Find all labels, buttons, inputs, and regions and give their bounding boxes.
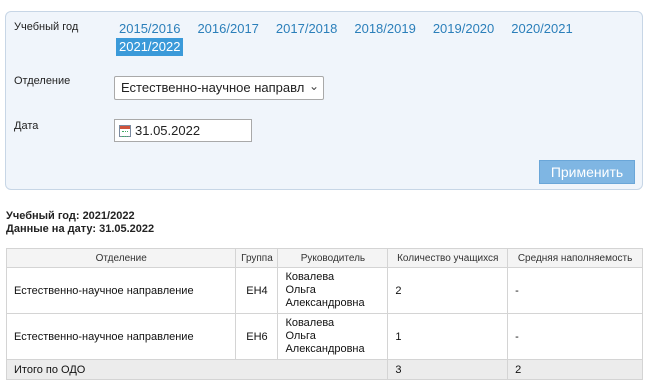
report-table: Отделение Группа Руководитель Количество… (5, 248, 643, 380)
calendar-icon[interactable] (119, 125, 131, 137)
cell-department: Естественно-научное направление (5, 267, 237, 314)
cell-leader: Ковалева Ольга Александровна (277, 267, 389, 314)
table-total-row: Итого по ОДО 3 2 (5, 359, 643, 380)
academic-year-label: Учебный год (14, 21, 79, 33)
report-summary: Учебный год: 2021/2022 Данные на дату: 3… (6, 210, 154, 236)
table-row: Естественно-научное направление ЕН6 Кова… (5, 313, 643, 360)
total-students: 3 (387, 359, 509, 380)
year-link-2017-2018[interactable]: 2017/2018 (273, 20, 340, 38)
leader-first-name: Ольга (285, 284, 316, 296)
total-avg-fill: 2 (507, 359, 643, 380)
leader-surname: Ковалева (285, 271, 335, 283)
year-link-2019-2020[interactable]: 2019/2020 (430, 20, 497, 38)
filter-panel: Учебный год 2015/2016 2016/2017 2017/2018 2… (5, 11, 643, 190)
leader-patronymic: Александровна (285, 343, 365, 355)
cell-group: ЕН6 (235, 313, 279, 360)
year-link-2021-2022[interactable]: 2021/2022 (116, 38, 184, 56)
column-header-students: Количество учащихся (387, 248, 509, 268)
column-header-department: Отделение (5, 248, 237, 268)
year-link-2015-2016[interactable]: 2015/2016 (116, 20, 183, 38)
apply-button[interactable]: Применить (539, 160, 635, 184)
cell-group: ЕН4 (235, 267, 279, 314)
table-header-row: Отделение Группа Руководитель Количество… (5, 248, 643, 268)
department-select[interactable]: Естественно-научное направл ⌄ (114, 76, 324, 100)
leader-patronymic: Александровна (285, 297, 365, 309)
total-label: Итого по ОДО (5, 359, 389, 380)
department-label: Отделение (14, 75, 71, 87)
leader-first-name: Ольга (285, 330, 316, 342)
department-select-value: Естественно-научное направл (121, 80, 305, 95)
year-link-2018-2019[interactable]: 2018/2019 (351, 20, 418, 38)
date-label: Дата (14, 120, 39, 132)
column-header-leader: Руководитель (277, 248, 389, 268)
cell-students: 1 (387, 313, 509, 360)
column-header-group: Группа (235, 248, 279, 268)
cell-students: 2 (387, 267, 509, 314)
summary-date: Данные на дату: 31.05.2022 (6, 223, 155, 235)
cell-department: Естественно-научное направление (5, 313, 237, 360)
table-row: Естественно-научное направление ЕН4 Кова… (5, 267, 643, 314)
cell-avg-fill: - (507, 313, 643, 360)
date-input-value: 31.05.2022 (135, 123, 201, 138)
leader-surname: Ковалева (285, 317, 335, 329)
year-link-2020-2021[interactable]: 2020/2021 (508, 20, 575, 38)
summary-year: Учебный год: 2021/2022 (6, 210, 135, 222)
cell-avg-fill: - (507, 267, 643, 314)
cell-leader: Ковалева Ольга Александровна (277, 313, 389, 360)
date-input[interactable]: 31.05.2022 (114, 119, 252, 142)
year-link-2016-2017[interactable]: 2016/2017 (194, 20, 261, 38)
chevron-down-icon: ⌄ (308, 79, 319, 93)
academic-year-list: 2015/2016 2016/2017 2017/2018 2018/2019 2019… (116, 20, 636, 56)
column-header-avg-fill: Средняя наполняемость (507, 248, 643, 268)
